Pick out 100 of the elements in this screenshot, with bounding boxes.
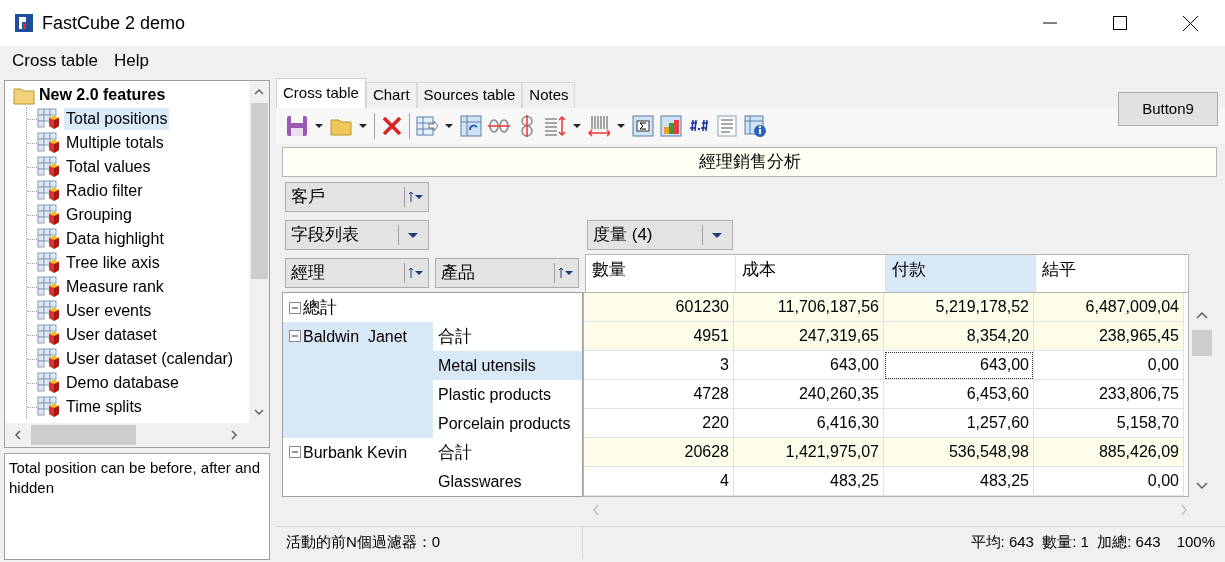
caret-icon[interactable] (616, 121, 626, 131)
scroll-down-icon[interactable] (254, 407, 264, 417)
table-export-icon[interactable] (416, 115, 438, 137)
field-label: 經理 (290, 262, 325, 285)
table-cell: 6,487,009,04 (1034, 293, 1184, 322)
table-cell: 20628 (584, 438, 734, 467)
menu-item[interactable]: Help (106, 48, 157, 74)
caret-icon[interactable] (572, 121, 582, 131)
table-cell: 6,416,30 (734, 409, 884, 438)
scroll-down-icon[interactable] (1196, 481, 1208, 491)
tree-root-item[interactable]: New 2.0 features (39, 83, 166, 107)
menu-item[interactable]: Cross table (4, 48, 106, 74)
tree-item[interactable]: User events (64, 300, 154, 322)
row-header[interactable]: Baldwin Janet (303, 330, 408, 344)
cube-grid-icon (37, 252, 60, 274)
sigma-table-icon[interactable] (632, 115, 654, 137)
document-lines-icon[interactable] (716, 115, 738, 137)
table-cell: 240,260,35 (734, 380, 884, 409)
row-height-icon[interactable] (544, 115, 566, 137)
delete-icon[interactable] (381, 115, 403, 137)
tab[interactable]: Cross table (276, 78, 366, 108)
table-cell: 536,548,98 (884, 438, 1034, 467)
table-cell: 0,00 (1034, 351, 1184, 380)
cube-grid-icon (37, 132, 60, 154)
description-text: Total position can be before, after and hidden (9, 458, 261, 498)
scroll-thumb[interactable] (250, 103, 268, 279)
horizontal-scrollbar[interactable] (5, 423, 269, 447)
sort-filter-icon[interactable] (409, 190, 423, 204)
table-cell: 4 (584, 467, 734, 496)
table-cell: 247,319,65 (734, 322, 884, 351)
scroll-left-icon[interactable] (13, 430, 23, 440)
column-header[interactable]: 付款 (886, 255, 1036, 292)
save-icon[interactable] (286, 115, 308, 137)
cube-grid-icon (37, 324, 60, 346)
table-refresh-icon[interactable] (460, 115, 482, 137)
cube-grid-icon (37, 276, 60, 298)
sort-filter-icon[interactable] (559, 266, 573, 280)
tab[interactable]: Sources table (416, 82, 523, 108)
tree-item[interactable]: Measure rank (64, 276, 166, 298)
app-icon (14, 13, 34, 33)
table-cell: 11,706,187,56 (734, 293, 884, 322)
sort-filter-icon[interactable] (409, 266, 423, 280)
table-cell: 4728 (584, 380, 734, 409)
tab[interactable]: Chart (365, 82, 417, 108)
field-label: 字段列表 (290, 224, 359, 247)
field-label: 客戶 (290, 186, 325, 209)
collapse-icon[interactable] (289, 446, 301, 458)
scroll-up-icon[interactable] (1196, 310, 1208, 320)
tab[interactable]: Notes (522, 82, 576, 108)
tree-item[interactable]: Demo database (64, 372, 181, 394)
field-button[interactable]: 產品 (435, 258, 579, 288)
table-cell: 483,25 (884, 467, 1034, 496)
tree-item[interactable]: Data highlight (64, 228, 166, 250)
table-cell: 885,426,09 (1034, 438, 1184, 467)
cube-grid-icon (37, 348, 60, 370)
tree-item[interactable]: Total values (64, 156, 153, 178)
tree-item[interactable]: Total positions (64, 108, 170, 130)
tree-item[interactable]: Time splits (64, 396, 144, 418)
field-button[interactable]: 字段列表 (285, 220, 429, 250)
cube-grid-icon (37, 372, 60, 394)
tree-item[interactable]: Radio filter (64, 180, 145, 202)
table-info-icon[interactable] (744, 115, 766, 137)
button9-button[interactable]: Button9 (1118, 92, 1218, 126)
caret-icon[interactable] (444, 121, 454, 131)
table-cell: 1,421,975,07 (734, 438, 884, 467)
collapse-icon[interactable] (289, 330, 301, 342)
cube-grid-icon (37, 228, 60, 250)
table-cell: 5,219,178,52 (884, 293, 1034, 322)
scroll-thumb[interactable] (31, 425, 136, 445)
scroll-right-icon[interactable] (229, 430, 239, 440)
scroll-thumb[interactable] (1192, 330, 1212, 356)
chart-table-icon[interactable] (660, 115, 682, 137)
collapse-icon[interactable] (289, 301, 301, 314)
column-width-icon[interactable] (588, 115, 610, 137)
row-header[interactable]: Burbank Kevin (303, 446, 408, 460)
tree-item[interactable]: Tree like axis (64, 252, 162, 274)
tree-item[interactable]: User dataset (calendar) (64, 348, 236, 370)
tree-item[interactable]: User dataset (64, 324, 159, 346)
field-button[interactable]: 度量 (4) (587, 220, 733, 250)
close-icon[interactable] (1182, 15, 1198, 31)
field-button[interactable]: 客戶 (285, 182, 429, 212)
cube-grid-icon (37, 396, 60, 418)
status-summary-text: 平均: 643 數量: 1 加總: 643 (970, 532, 1161, 553)
row-header[interactable]: Metal utensils (433, 351, 582, 380)
table-cell: 220 (584, 409, 734, 438)
table-cell: 1,257,60 (884, 409, 1034, 438)
table-cell: 643,00 (884, 351, 1034, 380)
maximize-icon[interactable] (1113, 16, 1127, 30)
tree-item[interactable]: Multiple totals (64, 132, 166, 154)
grid-title-text: 經理銷售分析 (698, 151, 801, 174)
vertical-scrollbar[interactable] (249, 81, 269, 423)
field-label: 產品 (440, 262, 475, 285)
scroll-up-icon[interactable] (254, 87, 264, 97)
caret-icon[interactable] (358, 121, 368, 131)
field-button[interactable]: 經理 (285, 258, 429, 288)
tree-item[interactable]: Grouping (64, 204, 134, 226)
row-header[interactable]: 總計 (303, 294, 337, 321)
caret-icon[interactable] (314, 121, 324, 131)
cube-grid-icon (37, 180, 60, 202)
cube-grid-icon (37, 108, 60, 130)
